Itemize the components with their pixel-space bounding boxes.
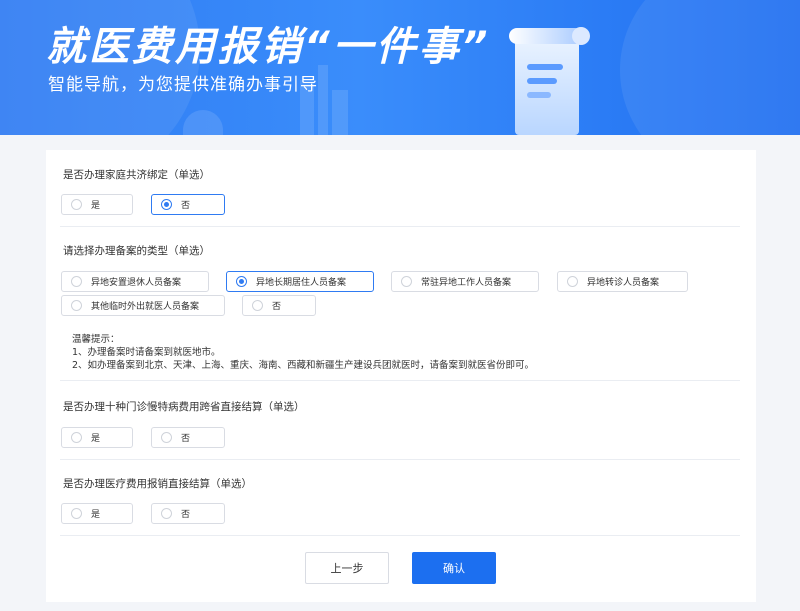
option-label: 否 bbox=[181, 434, 191, 444]
tips-line: 1、办理备案时请备案到就医地市。 bbox=[72, 347, 221, 358]
tips-block: 温馨提示： 1、办理备案时请备案到就医地市。 2、如办理备案到北京、天津、上海、… bbox=[72, 333, 534, 372]
question-direct-settlement: 是否办理医疗费用报销直接结算（单选） bbox=[63, 478, 252, 490]
page-subtitle: 智能导航，为您提供准确办事引导 bbox=[48, 75, 318, 95]
option-chronic-yes[interactable]: 是 bbox=[61, 427, 133, 448]
radio-icon bbox=[71, 199, 82, 210]
radio-checked-icon bbox=[161, 199, 172, 210]
radio-icon bbox=[161, 508, 172, 519]
option-label: 否 bbox=[272, 302, 282, 312]
option-direct-no[interactable]: 否 bbox=[151, 503, 225, 524]
option-label: 异地长期居住人员备案 bbox=[256, 278, 347, 288]
option-label: 否 bbox=[181, 201, 191, 211]
document-scroll-icon bbox=[509, 27, 590, 135]
option-label: 异地转诊人员备案 bbox=[587, 278, 660, 288]
confirm-button[interactable]: 确认 bbox=[412, 552, 496, 584]
banner-decoration bbox=[318, 65, 328, 135]
previous-step-button[interactable]: 上一步 bbox=[305, 552, 389, 584]
option-chronic-no[interactable]: 否 bbox=[151, 427, 225, 448]
divider bbox=[60, 226, 740, 227]
radio-icon bbox=[71, 508, 82, 519]
option-family-no[interactable]: 否 bbox=[151, 194, 225, 215]
radio-icon bbox=[71, 276, 82, 287]
question-family-binding: 是否办理家庭共济绑定（单选） bbox=[63, 169, 210, 181]
option-direct-yes[interactable]: 是 bbox=[61, 503, 133, 524]
header-banner: 就医费用报销“一件事” 智能导航，为您提供准确办事引导 bbox=[0, 0, 800, 135]
option-filing-no[interactable]: 否 bbox=[242, 295, 316, 316]
option-resident-worker[interactable]: 常驻异地工作人员备案 bbox=[391, 271, 539, 292]
option-label: 是 bbox=[91, 434, 101, 444]
tips-title: 温馨提示： bbox=[72, 334, 120, 345]
divider bbox=[60, 380, 740, 381]
radio-icon bbox=[567, 276, 578, 287]
radio-icon bbox=[401, 276, 412, 287]
option-label: 是 bbox=[91, 201, 101, 211]
banner-decoration bbox=[332, 90, 348, 135]
page-title: 就医费用报销“一件事” bbox=[46, 24, 491, 70]
option-long-term-resident[interactable]: 异地长期居住人员备案 bbox=[226, 271, 374, 292]
divider bbox=[60, 535, 740, 536]
banner-decoration bbox=[620, 0, 800, 135]
option-label: 否 bbox=[181, 510, 191, 520]
option-label: 常驻异地工作人员备案 bbox=[421, 278, 512, 288]
option-label: 是 bbox=[91, 510, 101, 520]
option-referral-patient[interactable]: 异地转诊人员备案 bbox=[557, 271, 688, 292]
option-resettled-retiree[interactable]: 异地安置退休人员备案 bbox=[61, 271, 209, 292]
option-label: 其他临时外出就医人员备案 bbox=[91, 302, 200, 312]
option-family-yes[interactable]: 是 bbox=[61, 194, 133, 215]
radio-icon bbox=[252, 300, 263, 311]
question-filing-type: 请选择办理备案的类型（单选） bbox=[63, 245, 210, 257]
tips-line: 2、如办理备案到北京、天津、上海、重庆、海南、西藏和新疆生产建设兵团就医时，请备… bbox=[72, 360, 535, 371]
question-chronic-disease-settlement: 是否办理十种门诊慢特病费用跨省直接结算（单选） bbox=[63, 401, 305, 413]
radio-icon bbox=[161, 432, 172, 443]
option-temporary-medical[interactable]: 其他临时外出就医人员备案 bbox=[61, 295, 225, 316]
option-label: 异地安置退休人员备案 bbox=[91, 278, 182, 288]
radio-icon bbox=[71, 432, 82, 443]
form-card: 是否办理家庭共济绑定（单选） 是 否 请选择办理备案的类型（单选） 异地安置退休… bbox=[46, 150, 756, 602]
banner-decoration bbox=[183, 110, 223, 135]
radio-icon bbox=[71, 300, 82, 311]
divider bbox=[60, 459, 740, 460]
radio-checked-icon bbox=[236, 276, 247, 287]
